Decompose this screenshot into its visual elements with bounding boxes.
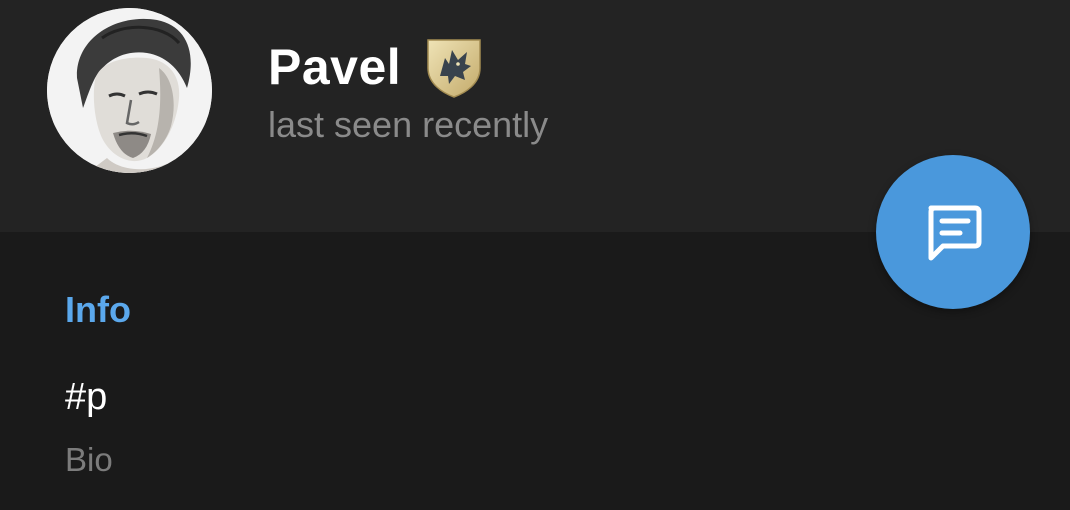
name-row: Pavel [268,36,483,98]
avatar[interactable] [47,8,212,173]
user-portrait-icon [47,8,212,173]
wolf-shield-badge-icon[interactable] [425,36,483,98]
profile-screen: Pavel last seen recently Info #p Bio [0,0,1070,510]
bio-label: Bio [65,441,113,478]
last-seen-status: last seen recently [268,104,549,145]
send-message-button[interactable] [876,155,1030,309]
profile-name: Pavel [268,39,402,95]
info-section-title: Info [65,289,131,330]
message-icon [928,205,982,261]
bio-value[interactable]: #p [65,374,107,420]
